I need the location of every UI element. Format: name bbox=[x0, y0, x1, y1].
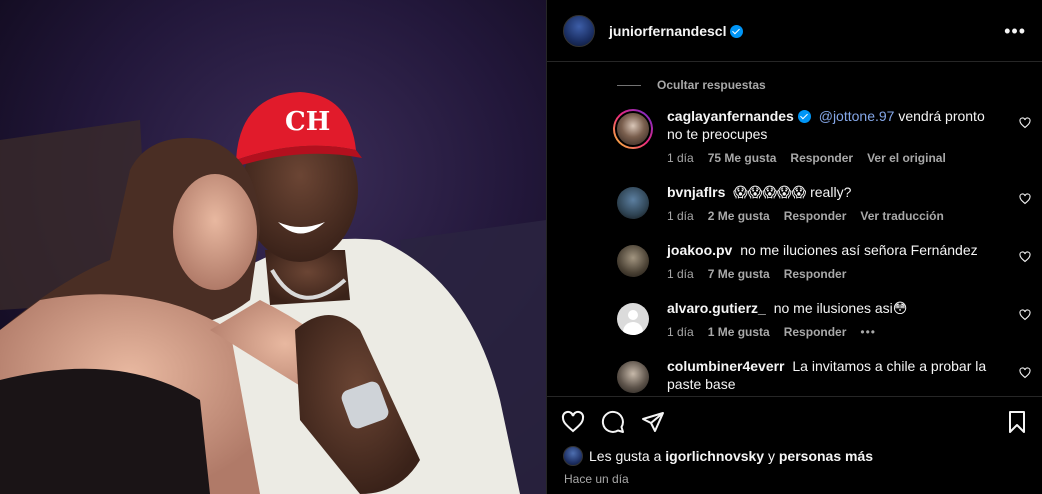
comment-like-heart-icon[interactable] bbox=[1019, 367, 1031, 379]
comment-like-heart-icon[interactable] bbox=[1019, 193, 1031, 205]
save-bookmark-icon[interactable] bbox=[1005, 410, 1029, 434]
post-image: CH bbox=[0, 0, 546, 494]
reply-button[interactable]: Responder bbox=[784, 325, 847, 339]
comment-likes[interactable]: 75 Me gusta bbox=[708, 151, 777, 165]
liked-by: Les gusta a igorlichnovsky y personas má… bbox=[563, 446, 873, 466]
comment-options-icon[interactable]: ••• bbox=[860, 325, 876, 339]
liker-avatar[interactable] bbox=[563, 446, 583, 466]
comment-meta: 1 día 1 Me gusta Responder ••• bbox=[667, 325, 907, 339]
hide-replies[interactable]: Ocultar respuestas bbox=[547, 63, 1042, 107]
svg-text:CH: CH bbox=[285, 107, 330, 137]
see-original-button[interactable]: Ver el original bbox=[867, 151, 946, 165]
comment-item: caglayanfernandes @jottone.97 vendrá pro… bbox=[547, 107, 1042, 165]
hide-replies-button[interactable]: Ocultar respuestas bbox=[657, 78, 766, 92]
commenter-username[interactable]: joakoo.pv bbox=[667, 242, 732, 258]
comment-bubble-icon[interactable] bbox=[601, 410, 625, 434]
divider bbox=[617, 84, 641, 86]
share-paper-plane-icon[interactable] bbox=[641, 410, 665, 434]
post-photo: CH bbox=[0, 0, 546, 494]
comment-text: caglayanfernandes @jottone.97 vendrá pro… bbox=[667, 108, 985, 142]
comment-item: columbiner4everr La invitamos a chile a … bbox=[547, 357, 1042, 393]
commenter-avatar[interactable] bbox=[617, 187, 649, 219]
liker-username[interactable]: igorlichnovsky bbox=[665, 448, 764, 464]
comment-text: joakoo.pv no me iluciones así señora Fer… bbox=[667, 242, 978, 258]
commenter-username[interactable]: alvaro.gutierz_ bbox=[667, 300, 766, 316]
post-timestamp[interactable]: Hace un día bbox=[564, 472, 629, 486]
comment-meta: 1 día 75 Me gusta Responder Ver el origi… bbox=[667, 151, 1001, 165]
commenter-avatar[interactable] bbox=[613, 109, 653, 149]
commenter-avatar[interactable] bbox=[617, 303, 649, 335]
post-header: juniorfernandescl ••• bbox=[547, 0, 1042, 62]
mention-link[interactable]: @jottone.97 bbox=[819, 108, 895, 124]
commenter-avatar[interactable] bbox=[617, 245, 649, 277]
verified-badge-icon bbox=[797, 110, 811, 123]
comment-list[interactable]: Ocultar respuestas caglayanfernandes @jo… bbox=[547, 63, 1042, 395]
comment-time[interactable]: 1 día bbox=[667, 267, 694, 281]
more-options-icon[interactable]: ••• bbox=[1004, 22, 1026, 40]
comment-like-heart-icon[interactable] bbox=[1019, 117, 1031, 129]
commenter-username[interactable]: bvnjaflrs bbox=[667, 184, 725, 200]
comments-panel: juniorfernandescl ••• Ocultar respuestas… bbox=[546, 0, 1042, 494]
verified-badge-icon bbox=[730, 24, 744, 38]
see-translation-button[interactable]: Ver traducción bbox=[860, 209, 943, 223]
reply-button[interactable]: Responder bbox=[790, 151, 853, 165]
comment-text: alvaro.gutierz_ no me ilusiones asi😳 bbox=[667, 300, 908, 316]
comment-text: columbiner4everr La invitamos a chile a … bbox=[667, 358, 987, 392]
like-heart-icon[interactable] bbox=[561, 410, 585, 434]
others-likes-link[interactable]: personas más bbox=[779, 448, 873, 464]
comment-item: alvaro.gutierz_ no me ilusiones asi😳 1 d… bbox=[547, 299, 1042, 339]
reply-button[interactable]: Responder bbox=[784, 209, 847, 223]
author-avatar[interactable] bbox=[563, 14, 595, 47]
comment-meta: 1 día 2 Me gusta Responder Ver traducció… bbox=[667, 209, 944, 223]
comment-like-heart-icon[interactable] bbox=[1019, 309, 1031, 321]
comment-text: bvnjaflrs 😱😱😱😱😱 really? bbox=[667, 184, 852, 200]
commenter-username[interactable]: columbiner4everr bbox=[667, 358, 785, 374]
comment-time[interactable]: 1 día bbox=[667, 209, 694, 223]
comment-likes[interactable]: 2 Me gusta bbox=[708, 209, 770, 223]
comment-time[interactable]: 1 día bbox=[667, 325, 694, 339]
comment-item: joakoo.pv no me iluciones así señora Fer… bbox=[547, 241, 1042, 281]
comment-time[interactable]: 1 día bbox=[667, 151, 694, 165]
commenter-avatar[interactable] bbox=[617, 361, 649, 393]
author-username[interactable]: juniorfernandescl bbox=[609, 23, 744, 39]
comment-likes[interactable]: 1 Me gusta bbox=[708, 325, 770, 339]
comment-meta: 1 día 7 Me gusta Responder bbox=[667, 267, 978, 281]
comment-item: bvnjaflrs 😱😱😱😱😱 really? 1 día 2 Me gusta… bbox=[547, 183, 1042, 223]
commenter-username[interactable]: caglayanfernandes bbox=[667, 108, 811, 124]
post-actions bbox=[547, 396, 1042, 446]
comment-like-heart-icon[interactable] bbox=[1019, 251, 1031, 263]
comment-likes[interactable]: 7 Me gusta bbox=[708, 267, 770, 281]
reply-button[interactable]: Responder bbox=[784, 267, 847, 281]
